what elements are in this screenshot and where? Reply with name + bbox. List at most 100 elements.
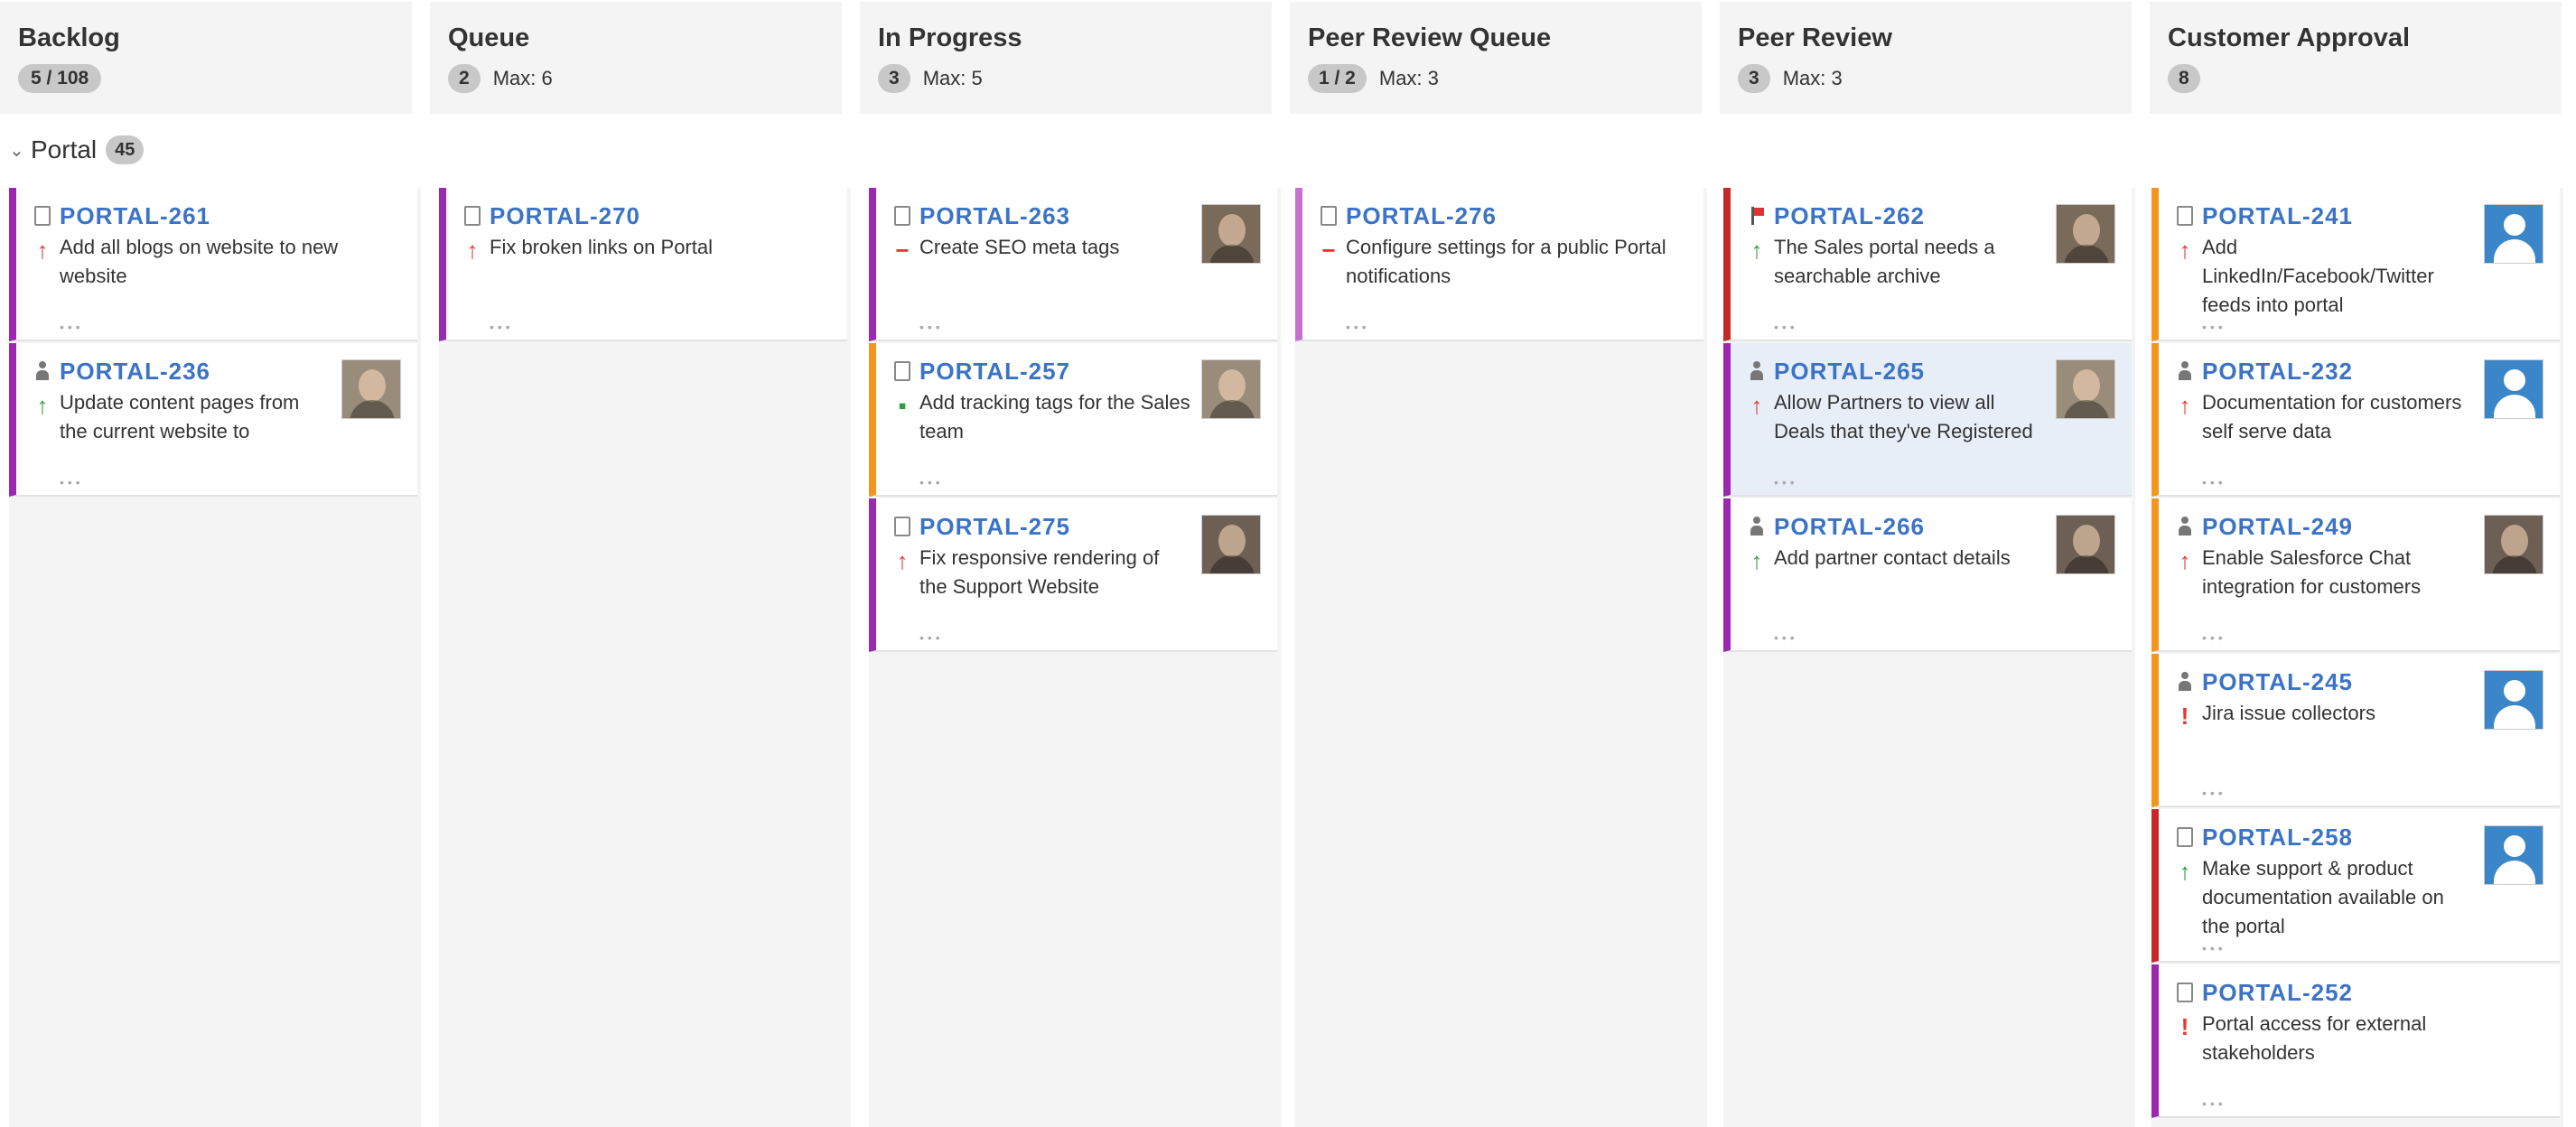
column-body-peer-review-queue[interactable]: PORTAL-276− Configure settings for a publ…	[1295, 188, 1707, 1127]
priority-arrow-up-green-icon: ↑	[36, 392, 49, 419]
issue-card[interactable]: PORTAL-236 ↑ Update content pages from the…	[9, 343, 417, 497]
column-header-in-progress[interactable]: In Progress 3 Max: 5	[860, 2, 1272, 114]
priority-arrow-up-icon: ↑	[896, 547, 909, 574]
issue-count-badge: 1 / 2	[1308, 64, 1367, 93]
assignee-avatar[interactable]	[2056, 359, 2115, 419]
column-header-peer-review-queue[interactable]: Peer Review Queue 1 / 2 Max: 3	[1290, 2, 1702, 114]
issue-key-link[interactable]: PORTAL-241	[2202, 202, 2353, 230]
priority-arrow-up-icon: ↑	[2179, 237, 2191, 264]
column-meta: 3 Max: 5	[878, 63, 983, 94]
issue-summary: Jira issue collectors	[2202, 702, 2375, 724]
issue-card[interactable]: PORTAL-249 ↑ Enable Salesforce Chat integr…	[2151, 498, 2560, 652]
user-icon	[1749, 517, 1765, 536]
column-header-backlog[interactable]: Backlog 5 / 108	[0, 2, 412, 114]
priority-arrow-up-green-icon: ↑	[1750, 237, 1763, 264]
card-progress-dots: •••	[2202, 630, 2226, 645]
assignee-avatar[interactable]	[2484, 204, 2543, 264]
column-meta: 1 / 2 Max: 3	[1308, 63, 1439, 94]
card-progress-dots: •••	[919, 320, 944, 334]
issue-card[interactable]: PORTAL-275 ↑ Fix responsive rendering of t…	[869, 498, 1277, 652]
issue-card[interactable]: PORTAL-232 ↑ Documentation for customers s…	[2151, 343, 2560, 497]
issue-card[interactable]: PORTAL-266 ↑ Add partner contact details ••…	[1723, 498, 2132, 652]
task-icon	[2177, 827, 2193, 847]
issue-card[interactable]: PORTAL-258 ↑ Make support & product docume…	[2151, 809, 2560, 963]
assignee-avatar[interactable]	[1201, 359, 1261, 419]
column-body-in-progress[interactable]: PORTAL-263− Create SEO meta tags ••• PORTAL…	[869, 188, 1281, 1127]
issue-card[interactable]: PORTAL-252! Portal access for external st…	[2151, 964, 2560, 1118]
task-icon	[2177, 983, 2193, 1002]
column-header-customer-approval[interactable]: Customer Approval 8	[2150, 2, 2562, 114]
issue-key-link[interactable]: PORTAL-270	[490, 202, 640, 230]
card-progress-dots: •••	[1346, 320, 1370, 334]
assignee-avatar[interactable]	[2484, 670, 2543, 730]
priority-arrow-up-icon: ↑	[36, 237, 49, 264]
column-body-queue[interactable]: PORTAL-270 ↑ Fix broken links on Portal •••	[439, 188, 851, 1127]
column-meta: 5 / 108	[18, 63, 102, 94]
card-progress-dots: •••	[2202, 786, 2226, 800]
swimlane-header-portal[interactable]: ⌄ Portal 45	[9, 134, 145, 166]
issue-key-link[interactable]: PORTAL-262	[1774, 202, 1925, 230]
issue-card[interactable]: PORTAL-270 ↑ Fix broken links on Portal •••	[439, 188, 847, 341]
assignee-avatar[interactable]	[1201, 204, 1261, 264]
issue-key-link[interactable]: PORTAL-275	[919, 513, 1070, 541]
card-progress-dots: •••	[1774, 630, 1798, 645]
card-progress-dots: •••	[2202, 320, 2226, 334]
column-title: Customer Approval	[2168, 23, 2411, 52]
priority-arrow-up-icon: ↑	[1750, 392, 1763, 419]
issue-card[interactable]: PORTAL-265 ↑ Allow Partners to view all De…	[1723, 343, 2132, 497]
chevron-down-icon[interactable]: ⌄	[9, 139, 24, 162]
card-progress-dots: •••	[2202, 1096, 2226, 1111]
priority-exclaim-icon: !	[2180, 1013, 2189, 1040]
issue-count-badge: 3	[1738, 64, 1770, 93]
issue-card[interactable]: PORTAL-257 ▪ Add tracking tags for the Sal…	[869, 343, 1277, 497]
issue-card[interactable]: PORTAL-276− Configure settings for a publ…	[1295, 188, 1703, 341]
issue-key-link[interactable]: PORTAL-252	[2202, 979, 2353, 1007]
priority-minus-icon: −	[895, 237, 910, 264]
issue-card[interactable]: PORTAL-261 ↑ Add all blogs on website to n…	[9, 188, 417, 341]
issue-key-link[interactable]: PORTAL-257	[919, 358, 1070, 386]
kanban-board: Backlog 5 / 108 Queue 2 Max: 6 In Progre…	[0, 0, 2576, 1127]
wip-limit-label: Max: 3	[1378, 67, 1439, 89]
column-body-peer-review[interactable]: PORTAL-262 ↑ The Sales portal needs a sear…	[1723, 188, 2135, 1127]
issue-key-link[interactable]: PORTAL-265	[1774, 358, 1925, 386]
assignee-avatar[interactable]	[1201, 515, 1261, 574]
task-icon	[894, 206, 910, 226]
issue-card[interactable]: PORTAL-263− Create SEO meta tags •••	[869, 188, 1277, 341]
assignee-avatar[interactable]	[2484, 825, 2543, 885]
issue-key-link[interactable]: PORTAL-249	[2202, 513, 2353, 541]
column-title: In Progress	[878, 23, 1022, 52]
issue-key-link[interactable]: PORTAL-276	[1346, 202, 1497, 230]
issue-summary: Add all blogs on website to new website	[60, 236, 339, 287]
column-body-customer-approval[interactable]: PORTAL-241 ↑ Add LinkedIn/Facebook/Twitter…	[2151, 188, 2563, 1127]
column-body-backlog[interactable]: PORTAL-261 ↑ Add all blogs on website to n…	[9, 188, 421, 1127]
assignee-avatar[interactable]	[2484, 515, 2543, 574]
issue-key-link[interactable]: PORTAL-232	[2202, 358, 2353, 386]
issue-key-link[interactable]: PORTAL-263	[919, 202, 1070, 230]
issue-card[interactable]: PORTAL-262 ↑ The Sales portal needs a sear…	[1723, 188, 2132, 341]
assignee-avatar[interactable]	[2484, 359, 2543, 419]
issue-card[interactable]: PORTAL-245! Jira issue collectors •••	[2151, 654, 2560, 807]
column-header-peer-review[interactable]: Peer Review 3 Max: 3	[1720, 2, 2132, 114]
issue-key-link[interactable]: PORTAL-258	[2202, 824, 2353, 852]
issue-key-link[interactable]: PORTAL-261	[60, 202, 210, 230]
assignee-avatar[interactable]	[2056, 515, 2115, 574]
assignee-avatar[interactable]	[341, 359, 401, 419]
issue-count-badge: 2	[448, 64, 481, 93]
column-meta: 3 Max: 3	[1738, 63, 1843, 94]
priority-arrow-up-icon: ↑	[2179, 547, 2191, 574]
task-icon	[464, 206, 481, 226]
swimlane-name: Portal	[31, 135, 98, 163]
column-title: Backlog	[18, 23, 120, 52]
issue-summary: Update content pages from the current we…	[60, 391, 300, 442]
card-progress-dots: •••	[1774, 475, 1798, 489]
issue-card[interactable]: PORTAL-241 ↑ Add LinkedIn/Facebook/Twitter…	[2151, 188, 2560, 341]
column-header-queue[interactable]: Queue 2 Max: 6	[430, 2, 842, 114]
priority-arrow-up-icon: ↑	[466, 237, 479, 264]
issue-key-link[interactable]: PORTAL-245	[2202, 668, 2353, 696]
issue-key-link[interactable]: PORTAL-266	[1774, 513, 1925, 541]
assignee-avatar[interactable]	[2056, 204, 2115, 264]
issue-key-link[interactable]: PORTAL-236	[60, 358, 210, 386]
priority-minus-icon: −	[1321, 237, 1336, 264]
user-icon	[2177, 517, 2193, 536]
issue-summary: Add tracking tags for the Sales team	[919, 391, 1190, 442]
